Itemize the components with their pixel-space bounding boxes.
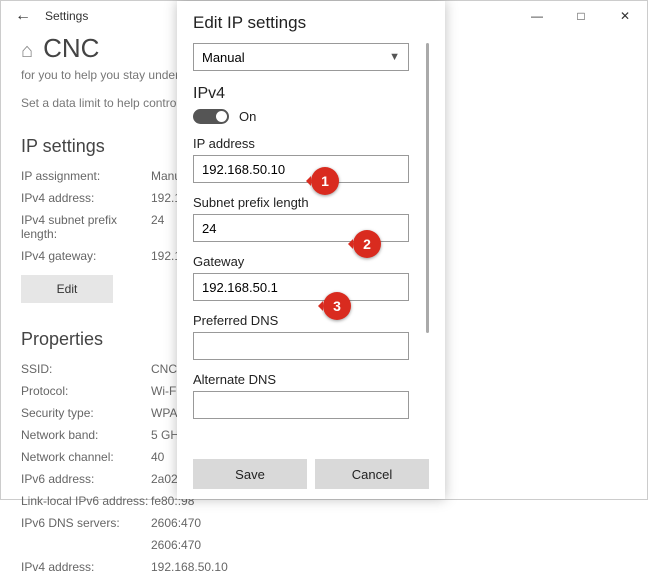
ipv4-toggle[interactable] (193, 109, 229, 124)
kv-key: IP assignment: (21, 169, 151, 183)
chevron-down-icon: ▼ (389, 51, 400, 63)
kv-key: Protocol: (21, 384, 151, 398)
kv-key: Link-local IPv6 address: (21, 494, 151, 508)
save-button[interactable]: Save (193, 459, 307, 489)
back-button[interactable]: ← (1, 7, 45, 25)
kv-value: 40 (151, 450, 164, 464)
modal-title: Edit IP settings (193, 13, 429, 33)
ip-mode-value: Manual (202, 50, 245, 65)
cancel-button[interactable]: Cancel (315, 459, 429, 489)
properties-row: IPv4 address:192.168.50.10 (21, 556, 627, 578)
kv-key: IPv4 address: (21, 191, 151, 205)
kv-key: Security type: (21, 406, 151, 420)
kv-value: 2606:470 (151, 516, 201, 530)
properties-row: IPv6 DNS servers:2606:470 (21, 512, 627, 534)
kv-value: 24 (151, 213, 164, 241)
subnet-label: Subnet prefix length (193, 195, 419, 210)
close-button[interactable]: ✕ (603, 1, 647, 31)
kv-key: IPv4 subnet prefix length: (21, 213, 151, 241)
ipv4-toggle-label: On (239, 109, 256, 124)
gateway-label: Gateway (193, 254, 419, 269)
alternate-dns-label: Alternate DNS (193, 372, 419, 387)
preferred-dns-input[interactable] (193, 332, 409, 360)
callout-2: 2 (353, 230, 381, 258)
properties-row: 2606:470 (21, 534, 627, 556)
kv-key: IPv6 DNS servers: (21, 516, 151, 530)
minimize-button[interactable]: ― (515, 1, 559, 31)
kv-value: 2606:470 (151, 538, 201, 552)
kv-key (21, 538, 151, 552)
kv-key: IPv6 address: (21, 472, 151, 486)
callout-3: 3 (323, 292, 351, 320)
page-title: CNC (43, 33, 99, 64)
edit-button[interactable]: Edit (21, 275, 113, 303)
preferred-dns-label: Preferred DNS (193, 313, 419, 328)
ip-mode-select[interactable]: Manual ▼ (193, 43, 409, 71)
ipv4-heading: IPv4 (193, 85, 419, 103)
kv-value: 192.168.50.10 (151, 560, 228, 574)
home-icon: ⌂ (21, 40, 33, 63)
callout-1: 1 (311, 167, 339, 195)
kv-key: Network channel: (21, 450, 151, 464)
kv-key: IPv4 gateway: (21, 249, 151, 263)
ip-address-label: IP address (193, 136, 419, 151)
maximize-button[interactable]: □ (559, 1, 603, 31)
kv-key: Network band: (21, 428, 151, 442)
alternate-dns-input[interactable] (193, 391, 409, 419)
gateway-input[interactable] (193, 273, 409, 301)
kv-value: CNC (151, 362, 177, 376)
modal-scrollbar[interactable] (426, 43, 429, 333)
kv-key: SSID: (21, 362, 151, 376)
window-title: Settings (45, 9, 88, 23)
kv-key: IPv4 address: (21, 560, 151, 574)
edit-ip-modal: Edit IP settings Manual ▼ IPv4 On IP add… (177, 1, 445, 499)
